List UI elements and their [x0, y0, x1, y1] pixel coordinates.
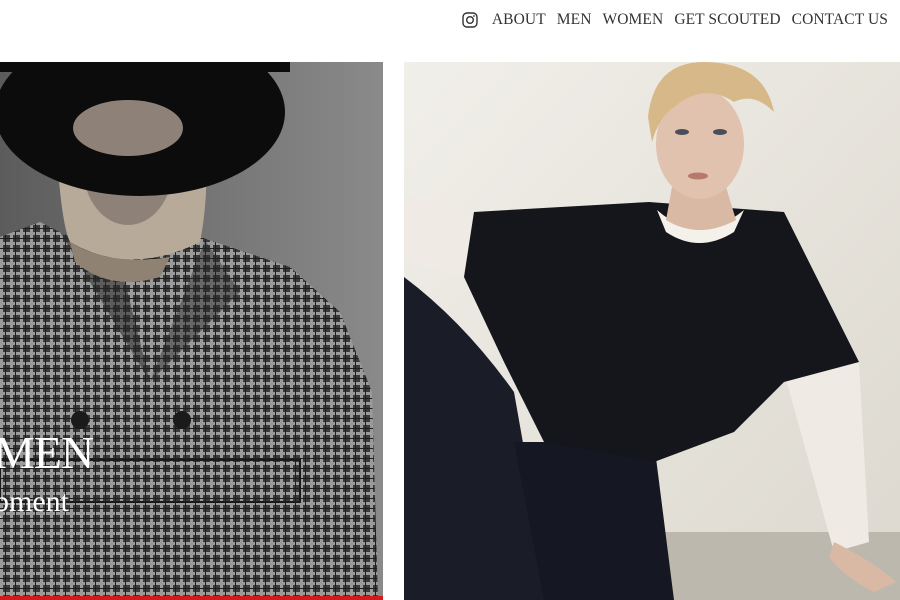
- men-model-photo: [404, 62, 900, 600]
- women-model-photo: [0, 62, 383, 600]
- women-division-tile[interactable]: MEN pment: [0, 62, 383, 600]
- men-model-tile[interactable]: [404, 62, 900, 600]
- tile-subcaption: pment: [0, 485, 69, 518]
- main-nav: ABOUT MEN WOMEN GET SCOUTED CONTACT US: [462, 11, 888, 29]
- instagram-icon[interactable]: [462, 12, 478, 28]
- nav-contact-us-link[interactable]: CONTACT US: [792, 11, 888, 29]
- nav-get-scouted-link[interactable]: GET SCOUTED: [674, 11, 780, 29]
- nav-about-link[interactable]: ABOUT: [492, 11, 546, 29]
- tile-caption: MEN: [0, 427, 94, 478]
- nav-women-link[interactable]: WOMEN: [603, 11, 664, 29]
- nav-men-link[interactable]: MEN: [557, 11, 592, 29]
- active-indicator-bar: [0, 596, 383, 600]
